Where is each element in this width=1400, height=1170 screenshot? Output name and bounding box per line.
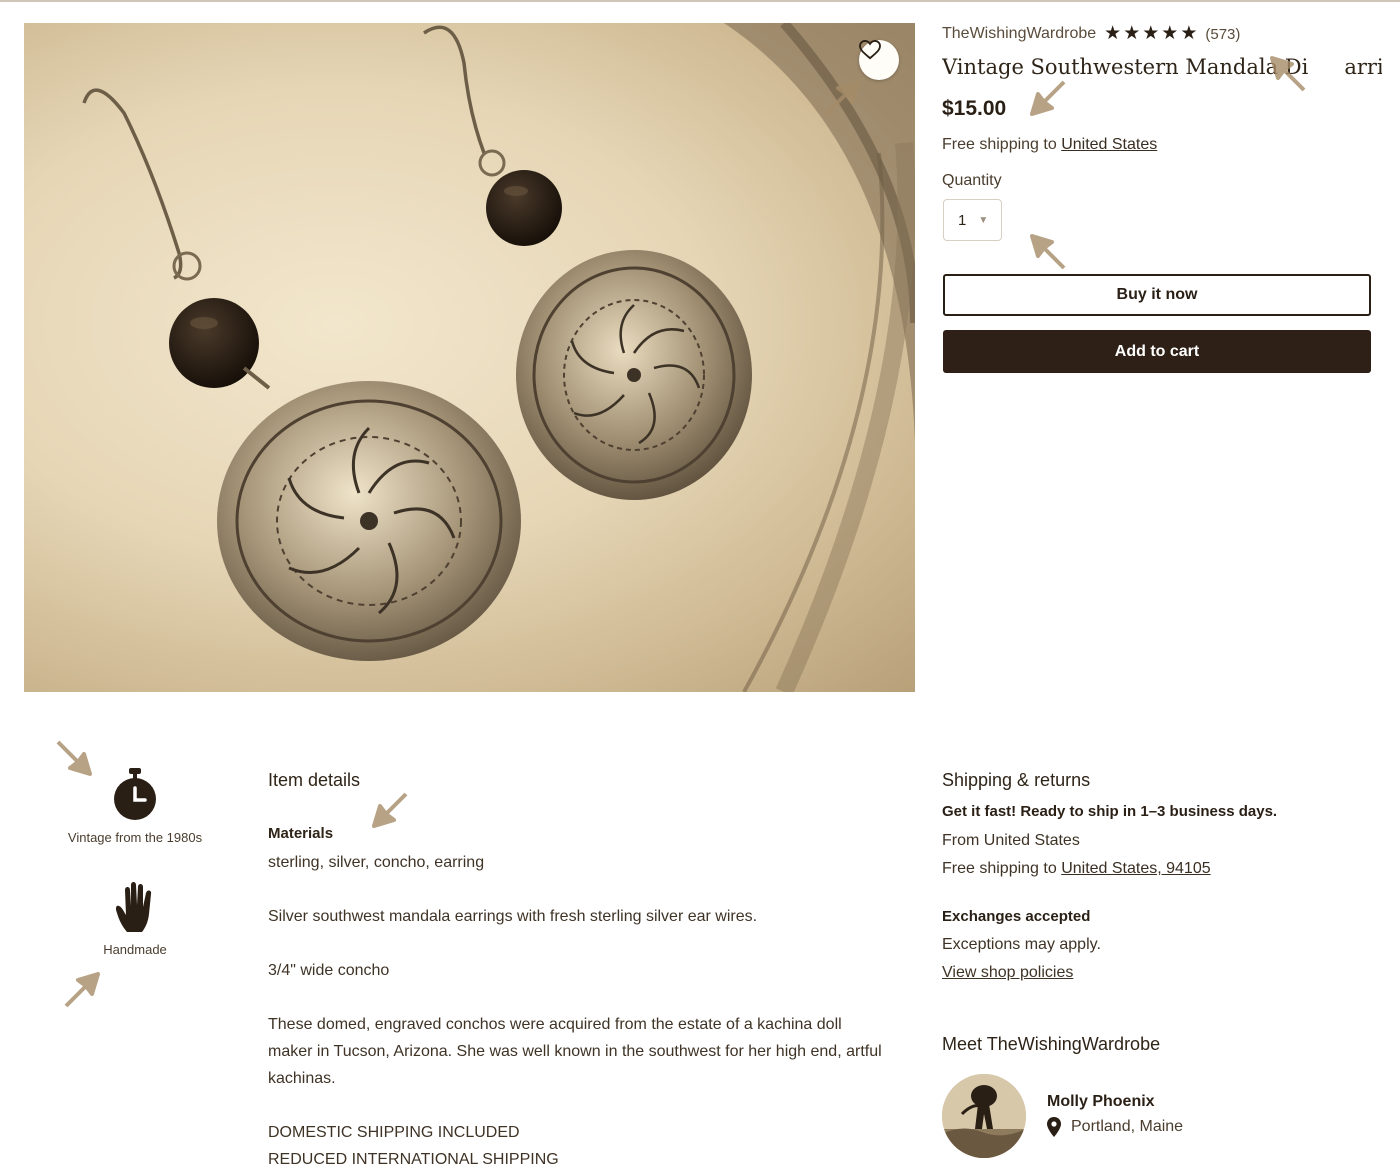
listing-title-end: arrings (1344, 55, 1382, 79)
shipping-country-link[interactable]: United States (1061, 136, 1157, 153)
arrow-down-left-icon (372, 792, 408, 828)
ready-to-ship-note: Get it fast! Ready to ship in 1–3 busine… (942, 803, 1278, 820)
hand-icon (115, 882, 152, 932)
map-pin-icon (1047, 1117, 1061, 1137)
listing-title: Vintage Southwestern Mandala Di arrings (942, 55, 1382, 79)
shop-name-link[interactable]: TheWishingWardrobe (942, 25, 1096, 43)
avatar[interactable] (942, 1074, 1026, 1158)
earrings-photo (82, 23, 915, 692)
arrow-down-left-icon (1030, 80, 1066, 116)
star-rating[interactable]: ★ ★ ★ ★ ★ (1104, 24, 1197, 44)
meet-shop-title: Meet TheWishingWardrobe (942, 1034, 1161, 1054)
item-details-section: Item details Materials sterling, silver,… (268, 770, 888, 1168)
product-image[interactable] (24, 23, 915, 692)
free-shipping-prefix: Free shipping to (942, 860, 1062, 877)
arrow-down-right-icon (56, 740, 92, 776)
shop-rating-line: TheWishingWardrobe ★ ★ ★ ★ ★ (573) (942, 24, 1240, 44)
star-icon: ★ (1123, 23, 1141, 44)
quantity-select[interactable]: 1 ▼ (943, 199, 1002, 241)
shipping-returns-section: Shipping & returns Get it fast! Ready to… (942, 770, 1382, 981)
add-to-cart-button[interactable]: Add to cart (943, 330, 1371, 373)
shipping-zip-link[interactable]: United States, 94105 (1061, 860, 1210, 877)
free-shipping-note: Free shipping to United States (942, 136, 1157, 154)
free-shipping-prefix: Free shipping to (942, 136, 1062, 153)
description-paragraph: Silver southwest mandala earrings with f… (268, 908, 758, 925)
shipping-title: Shipping & returns (942, 770, 1091, 790)
materials-label: Materials (268, 825, 334, 842)
stopwatch-icon (114, 768, 156, 820)
quantity-value: 1 (958, 211, 967, 229)
heart-icon (859, 40, 881, 60)
view-shop-policies-link[interactable]: View shop policies (942, 964, 1073, 982)
star-icon: ★ (1180, 23, 1198, 44)
quantity-label: Quantity (942, 172, 1002, 189)
star-icon: ★ (1104, 23, 1122, 44)
review-count[interactable]: (573) (1205, 26, 1240, 43)
highlight-label: Vintage from the 1980s (67, 830, 203, 845)
description-paragraph: DOMESTIC SHIPPING INCLUDED (268, 1124, 520, 1141)
listing-title-start: Vintage Southwestern Mandala Di (942, 55, 1309, 79)
price: $15.00 (942, 97, 1007, 120)
owner-photo (942, 1074, 1026, 1158)
star-icon: ★ (1161, 23, 1179, 44)
item-details-title: Item details (268, 770, 361, 790)
shipping-destination: Free shipping to United States, 94105 (942, 860, 1211, 878)
owner-name[interactable]: Molly Phoenix (1047, 1093, 1155, 1111)
buy-it-now-button[interactable]: Buy it now (943, 274, 1371, 316)
location-text: Portland, Maine (1071, 1118, 1184, 1135)
owner-location: Portland, Maine (1047, 1117, 1183, 1137)
favorite-button[interactable] (859, 40, 899, 80)
arrow-up-left-icon (1030, 234, 1066, 270)
ships-from: From United States (942, 832, 1080, 849)
arrow-up-left-icon (1270, 56, 1306, 92)
description-paragraph: 3/4" wide concho (268, 962, 390, 979)
top-divider (0, 0, 1400, 2)
description-paragraph: REDUCED INTERNATIONAL SHIPPING (268, 1151, 559, 1168)
materials-value: sterling, silver, concho, earring (268, 854, 485, 871)
description-paragraph: These domed, engraved conchos were acqui… (268, 1016, 882, 1087)
exchanges-title: Exchanges accepted (942, 908, 1091, 925)
highlight-handmade: Handmade (40, 880, 230, 957)
arrow-up-right-icon (824, 80, 860, 116)
star-icon: ★ (1142, 23, 1160, 44)
highlight-label: Handmade (103, 942, 167, 957)
chevron-down-icon: ▼ (978, 214, 989, 226)
arrow-up-right-icon (64, 972, 100, 1008)
exceptions-note: Exceptions may apply. (942, 936, 1101, 953)
